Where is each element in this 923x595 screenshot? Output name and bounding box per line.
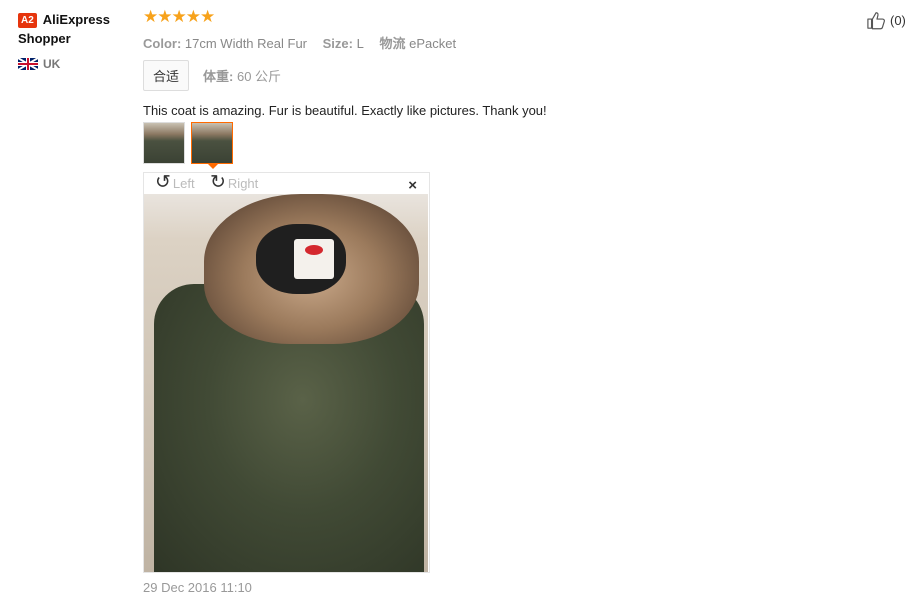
star-rating: ★★★★★ [143, 7, 215, 26]
weight-value: 60 公斤 [236, 69, 282, 84]
like-button[interactable]: (0) [866, 10, 906, 30]
garment-tag [294, 239, 334, 279]
product-attributes: Color: 17cm Width Real Fur Size: L 物流 eP… [143, 33, 843, 52]
rotate-left-button[interactable]: ↺ Left [155, 172, 195, 193]
rotate-right-icon: ↻ [210, 172, 226, 193]
fit-tag: 合适 [143, 60, 190, 91]
country-label: UK [43, 57, 61, 71]
photo-thumbnail[interactable] [143, 122, 185, 164]
photo-viewer: ↺ Left ↻ Right × [143, 172, 430, 573]
shipping-label: 物流 [379, 36, 406, 51]
rotate-left-icon: ↺ [155, 172, 171, 193]
thumbs-up-icon [867, 12, 885, 30]
rotate-right-label: Right [227, 175, 259, 191]
fit-row: 合适 体重: 60 公斤 [143, 60, 843, 91]
close-icon[interactable]: × [408, 177, 417, 194]
reviewer-country: UK [18, 57, 133, 71]
photo-thumbnail-active[interactable] [191, 122, 233, 164]
like-count: (0) [890, 12, 906, 28]
photo-thumbnails [143, 122, 233, 164]
review-content: ★★★★★ Color: 17cm Width Real Fur Size: L… [143, 8, 843, 118]
level-badge: A2 [18, 13, 37, 29]
reviewer-info: A2 AliExpress Shopper UK [18, 10, 133, 71]
shipping-value: ePacket [409, 36, 457, 51]
color-label: Color: [143, 36, 182, 51]
rotate-right-button[interactable]: ↻ Right [210, 172, 259, 193]
weight-label: 体重: [203, 69, 234, 84]
review-photo [144, 194, 428, 572]
uk-flag-icon [18, 58, 38, 70]
size-label: Size: [322, 36, 353, 51]
review-text: This coat is amazing. Fur is beautiful. … [143, 103, 547, 118]
color-value: 17cm Width Real Fur [184, 36, 307, 51]
reviewer-name-row: A2 AliExpress Shopper [18, 10, 133, 48]
rotate-left-label: Left [172, 175, 195, 191]
active-thumbnail-pointer [207, 163, 219, 169]
size-value: L [356, 36, 364, 51]
